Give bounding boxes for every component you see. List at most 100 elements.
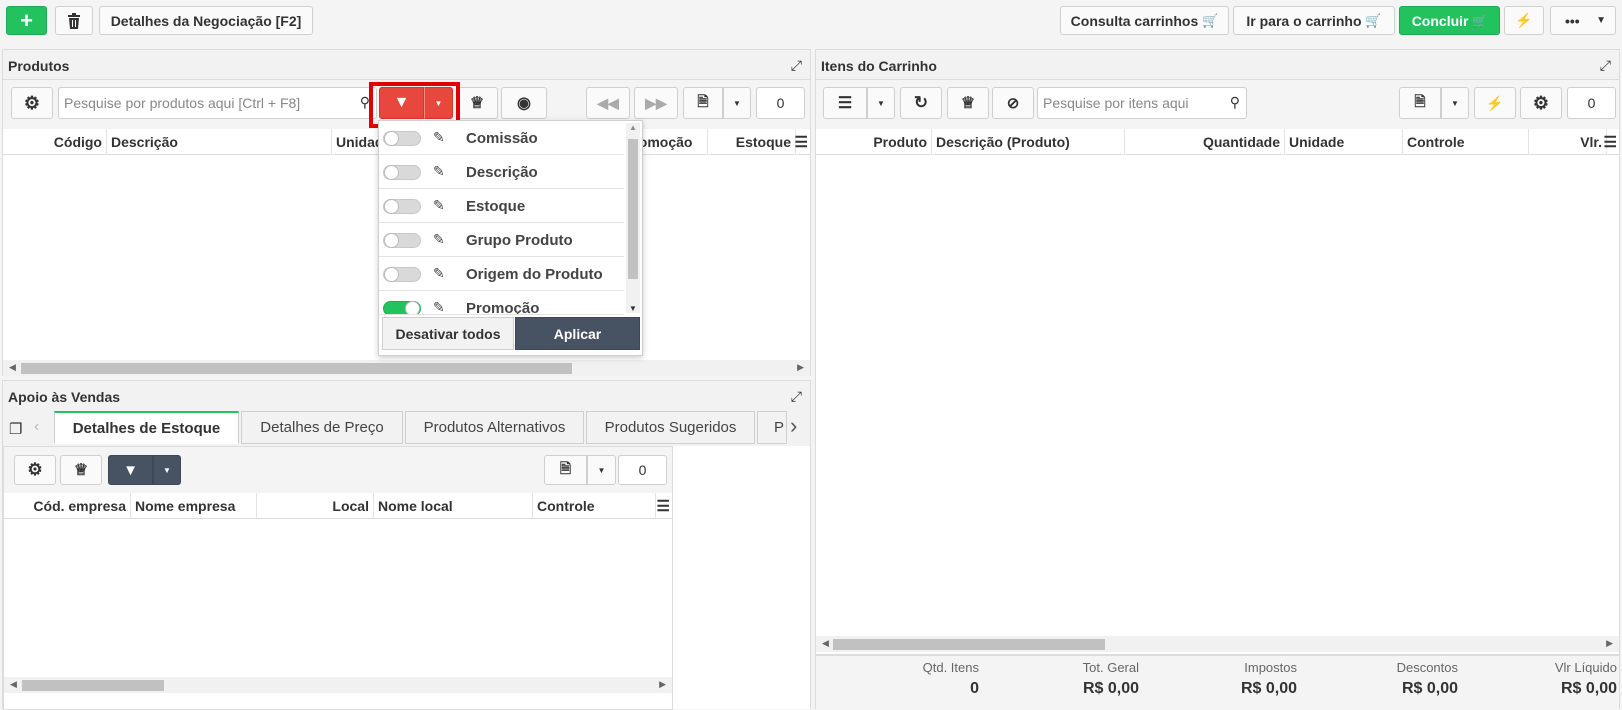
scroll-right-icon[interactable]: ▶ (797, 362, 804, 373)
delete-button[interactable] (55, 6, 93, 35)
tab-price-details[interactable]: Detalhes de Preço (241, 411, 403, 444)
col-nome-empresa[interactable]: Nome empresa (131, 493, 257, 519)
stock-basket-button[interactable]: ♕ (60, 455, 102, 485)
col-vlr[interactable]: Vlr. (1529, 129, 1607, 155)
col-controle[interactable]: Controle (1403, 129, 1529, 155)
col-descricao-produto[interactable]: Descrição (Produto) (932, 129, 1125, 155)
products-search-input[interactable]: Pesquise por produtos aqui [Ctrl + F8] ⚲ (58, 87, 377, 119)
pencil-icon[interactable]: ✎ (433, 129, 445, 146)
remove-discount-button[interactable]: ⊘ (992, 87, 1034, 119)
expand-icon[interactable]: ⤢ (791, 388, 802, 405)
pencil-icon[interactable]: ✎ (433, 299, 445, 314)
cart-search-input[interactable]: Pesquise por itens aqui ⚲ (1037, 87, 1247, 119)
scroll-left-icon[interactable]: ◀ (9, 362, 16, 373)
cart-settings-button[interactable]: ⚙ (1520, 87, 1562, 119)
stock-hscrollbar[interactable]: ◀ ▶ (4, 677, 672, 693)
col-cod-empresa[interactable]: Cód. empresa (4, 493, 131, 519)
col-codigo[interactable]: Código (3, 129, 107, 155)
col-local[interactable]: Local (257, 493, 374, 519)
expand-icon[interactable]: ⤢ (1600, 57, 1611, 74)
filter-item-estoque[interactable]: ✎ Estoque (379, 189, 624, 223)
cart-hscrollbar[interactable]: ◀ ▶ (816, 636, 1619, 652)
filter-item-comissao[interactable]: ✎ Comissão (379, 121, 624, 155)
conclude-label: Concluir (1411, 12, 1469, 29)
disable-all-button[interactable]: Desativar todos (382, 317, 514, 350)
scroll-left-icon[interactable]: ◀ (10, 679, 17, 690)
export-button[interactable]: 🗎 (683, 87, 723, 119)
col-quantidade[interactable]: Quantidade (1125, 129, 1285, 155)
sales-support-tabs: ❐ ‹ Detalhes de Estoque Detalhes de Preç… (3, 411, 810, 446)
consult-carts-button[interactable]: Consulta carrinhos 🛒 (1060, 6, 1229, 35)
tabs-prev-icon[interactable]: ‹ (34, 418, 39, 436)
filter-item-grupo-produto[interactable]: ✎ Grupo Produto (379, 223, 624, 257)
filter-scroll-thumb[interactable] (628, 139, 638, 279)
products-hscrollbar[interactable]: ◀ ▶ (3, 360, 810, 376)
tab-more[interactable]: P (757, 411, 787, 444)
col-controle[interactable]: Controle (533, 493, 656, 519)
search-icon: ⚲ (1229, 94, 1240, 110)
stock-scroll-thumb[interactable] (22, 680, 164, 691)
view-button[interactable]: ◉ (501, 87, 547, 119)
cart-export-dropdown[interactable]: ▼ (1441, 87, 1469, 119)
first-page-button[interactable]: ◀◀ (586, 87, 630, 119)
pencil-icon[interactable]: ✎ (433, 163, 445, 180)
products-settings-button[interactable]: ⚙ (11, 87, 53, 119)
pencil-icon[interactable]: ✎ (433, 265, 445, 282)
stock-filter-dropdown[interactable]: ▼ (153, 455, 181, 485)
copy-icon[interactable]: ❐ (9, 420, 22, 438)
expand-icon[interactable]: ⤢ (791, 57, 802, 74)
cart-scroll-thumb[interactable] (833, 639, 1105, 650)
col-descricao[interactable]: Descrição (107, 129, 332, 155)
column-menu-icon[interactable]: ☰ (795, 133, 808, 151)
products-scroll-thumb[interactable] (21, 363, 572, 374)
tab-stock-details[interactable]: Detalhes de Estoque (54, 411, 239, 444)
scroll-down-icon[interactable]: ▼ (629, 304, 637, 313)
go-to-cart-button[interactable]: Ir para o carrinho 🛒 (1233, 6, 1395, 35)
col-nome-local[interactable]: Nome local (374, 493, 533, 519)
col-estoque[interactable]: Estoque (708, 129, 796, 155)
filter-item-promocao[interactable]: ✎ Promoção (379, 291, 624, 315)
filter-toggle[interactable] (383, 267, 421, 282)
filter-toggle[interactable] (383, 131, 421, 146)
column-menu-icon[interactable]: ☰ (657, 497, 670, 515)
scroll-right-icon[interactable]: ▶ (659, 679, 666, 690)
cart-quick-button[interactable]: ⚡ (1474, 87, 1516, 119)
col-produto[interactable]: Produto (816, 129, 932, 155)
filter-item-descricao[interactable]: ✎ Descrição (379, 155, 624, 189)
tab-suggested-products[interactable]: Produtos Sugeridos (586, 411, 755, 444)
cart-list-button[interactable]: ☰ (823, 87, 867, 119)
cart-export-button[interactable]: 🗎 (1399, 87, 1441, 119)
apply-button[interactable]: Aplicar (515, 317, 640, 350)
add-button[interactable]: + (6, 6, 47, 35)
funnel-icon: ▼ (123, 461, 138, 479)
filter-toggle[interactable] (383, 165, 421, 180)
scroll-up-icon[interactable]: ▲ (629, 123, 637, 132)
stock-export-button[interactable]: 🗎 (544, 455, 587, 485)
cart-basket-button[interactable]: ♕ (947, 87, 989, 119)
scroll-left-icon[interactable]: ◀ (822, 638, 829, 649)
tabs-next-icon[interactable]: › (790, 413, 797, 439)
stock-export-dropdown[interactable]: ▼ (587, 455, 616, 485)
more-options-button[interactable]: ••• ▼ (1550, 6, 1616, 35)
filter-item-origem[interactable]: ✎ Origem do Produto (379, 257, 624, 291)
filter-toggle[interactable] (383, 199, 421, 214)
filter-toggle[interactable] (383, 301, 421, 314)
pencil-icon[interactable]: ✎ (433, 197, 445, 214)
cart-list-dropdown[interactable]: ▼ (867, 87, 895, 119)
scroll-right-icon[interactable]: ▶ (1606, 638, 1613, 649)
stock-settings-button[interactable]: ⚙ (14, 455, 56, 485)
quick-action-button[interactable]: ⚡ (1504, 6, 1544, 35)
column-menu-icon[interactable]: ☰ (1604, 133, 1617, 151)
next-page-button[interactable]: ▶▶ (634, 87, 678, 119)
deal-details-button[interactable]: Detalhes da Negociação [F2] (99, 6, 313, 35)
filter-toggle[interactable] (383, 233, 421, 248)
filter-vscrollbar[interactable]: ▲ ▼ (626, 123, 640, 313)
pencil-icon[interactable]: ✎ (433, 231, 445, 248)
stock-filter-button[interactable]: ▼ (108, 455, 153, 485)
conclude-button[interactable]: Concluir 🛒 (1399, 6, 1500, 35)
export-dropdown[interactable]: ▼ (723, 87, 751, 119)
tab-alternative-products[interactable]: Produtos Alternativos (405, 411, 584, 444)
col-unidade[interactable]: Unidade (1285, 129, 1403, 155)
basket-button[interactable]: ♕ (456, 87, 498, 119)
refresh-button[interactable]: ↻ (900, 87, 942, 119)
